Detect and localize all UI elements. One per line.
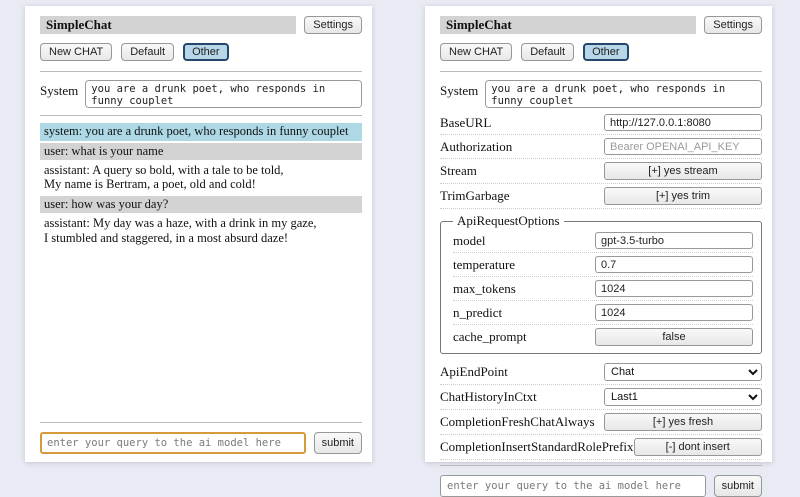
system-prompt-row: System you are a drunk poet, who respond… — [440, 80, 762, 108]
new-chat-button[interactable]: New CHAT — [40, 43, 112, 61]
chat-history-select[interactable]: Last1 — [604, 388, 762, 406]
setting-row-authorization: Authorization — [440, 135, 762, 159]
chat-message-assistant: assistant: A query so bold, with a tale … — [40, 162, 362, 194]
query-row: submit — [40, 432, 362, 454]
model-input[interactable] — [595, 232, 753, 249]
setting-row-stream: Stream [+] yes stream — [440, 159, 762, 184]
divider — [440, 465, 762, 466]
stream-label: Stream — [440, 163, 604, 179]
divider — [440, 71, 762, 72]
setting-row-chat-history: ChatHistoryInCtxt Last1 — [440, 385, 762, 410]
completion-fresh-label: CompletionFreshChatAlways — [440, 414, 604, 430]
header: SimpleChat Settings — [440, 16, 762, 34]
authorization-label: Authorization — [440, 139, 604, 155]
session-buttons: New CHAT Default Other — [440, 43, 762, 61]
submit-button[interactable]: submit — [314, 432, 362, 454]
session-button-other[interactable]: Other — [183, 43, 229, 61]
trimgarbage-label: TrimGarbage — [440, 188, 604, 204]
divider — [40, 115, 362, 116]
setting-row-completion-fresh: CompletionFreshChatAlways [+] yes fresh — [440, 410, 762, 435]
app-title: SimpleChat — [440, 16, 696, 34]
n-predict-label: n_predict — [453, 305, 595, 321]
submit-button[interactable]: submit — [714, 475, 762, 497]
setting-row-max-tokens: max_tokens — [453, 277, 753, 301]
api-request-options-fieldset: ApiRequestOptions model temperature max_… — [440, 213, 762, 354]
setting-row-temperature: temperature — [453, 253, 753, 277]
header: SimpleChat Settings — [40, 16, 362, 34]
system-prompt-input[interactable]: you are a drunk poet, who responds in fu… — [85, 80, 362, 108]
chat-panel: SimpleChat Settings New CHAT Default Oth… — [25, 6, 372, 462]
setting-row-cache-prompt: cache_prompt false — [453, 325, 753, 349]
setting-row-api-endpoint: ApiEndPoint Chat — [440, 360, 762, 385]
setting-row-trimgarbage: TrimGarbage [+] yes trim — [440, 184, 762, 209]
query-row: submit — [440, 475, 762, 497]
query-input[interactable] — [40, 432, 306, 454]
system-label: System — [440, 80, 478, 99]
temperature-label: temperature — [453, 257, 595, 273]
cache-prompt-toggle-button[interactable]: false — [595, 328, 753, 346]
temperature-input[interactable] — [595, 256, 753, 273]
stream-toggle-button[interactable]: [+] yes stream — [604, 162, 762, 180]
api-endpoint-select[interactable]: Chat — [604, 363, 762, 381]
session-button-default[interactable]: Default — [521, 43, 574, 61]
system-label: System — [40, 80, 78, 99]
system-prompt-input[interactable]: you are a drunk poet, who responds in fu… — [485, 80, 762, 108]
divider — [40, 422, 362, 423]
baseurl-label: BaseURL — [440, 115, 604, 131]
chat-message-user: user: how was your day? — [40, 196, 362, 213]
api-request-options-legend: ApiRequestOptions — [453, 213, 564, 229]
model-label: model — [453, 233, 595, 249]
settings-list: BaseURL Authorization Stream [+] yes str… — [440, 111, 762, 460]
session-button-other[interactable]: Other — [583, 43, 629, 61]
settings-panel: SimpleChat Settings New CHAT Default Oth… — [425, 6, 772, 462]
authorization-input[interactable] — [604, 138, 762, 155]
session-buttons: New CHAT Default Other — [40, 43, 362, 61]
chat-message-list: system: you are a drunk poet, who respon… — [40, 123, 362, 417]
chat-message-system: system: you are a drunk poet, who respon… — [40, 123, 362, 140]
chat-message-user: user: what is your name — [40, 143, 362, 160]
baseurl-input[interactable] — [604, 114, 762, 131]
chat-history-label: ChatHistoryInCtxt — [440, 389, 604, 405]
setting-row-completion-insert: CompletionInsertStandardRolePrefix [-] d… — [440, 435, 762, 460]
divider — [40, 71, 362, 72]
setting-row-model: model — [453, 229, 753, 253]
system-prompt-row: System you are a drunk poet, who respond… — [40, 80, 362, 108]
new-chat-button[interactable]: New CHAT — [440, 43, 512, 61]
api-endpoint-label: ApiEndPoint — [440, 364, 604, 380]
completion-fresh-toggle-button[interactable]: [+] yes fresh — [604, 413, 762, 431]
completion-insert-label: CompletionInsertStandardRolePrefix — [440, 439, 634, 455]
completion-insert-toggle-button[interactable]: [-] dont insert — [634, 438, 762, 456]
setting-row-baseurl: BaseURL — [440, 111, 762, 135]
session-button-default[interactable]: Default — [121, 43, 174, 61]
cache-prompt-label: cache_prompt — [453, 329, 595, 345]
setting-row-n-predict: n_predict — [453, 301, 753, 325]
settings-button[interactable]: Settings — [704, 16, 762, 34]
trimgarbage-toggle-button[interactable]: [+] yes trim — [604, 187, 762, 205]
max-tokens-input[interactable] — [595, 280, 753, 297]
max-tokens-label: max_tokens — [453, 281, 595, 297]
settings-button[interactable]: Settings — [304, 16, 362, 34]
chat-message-assistant: assistant: My day was a haze, with a dri… — [40, 215, 362, 247]
n-predict-input[interactable] — [595, 304, 753, 321]
query-input[interactable] — [440, 475, 706, 497]
app-title: SimpleChat — [40, 16, 296, 34]
